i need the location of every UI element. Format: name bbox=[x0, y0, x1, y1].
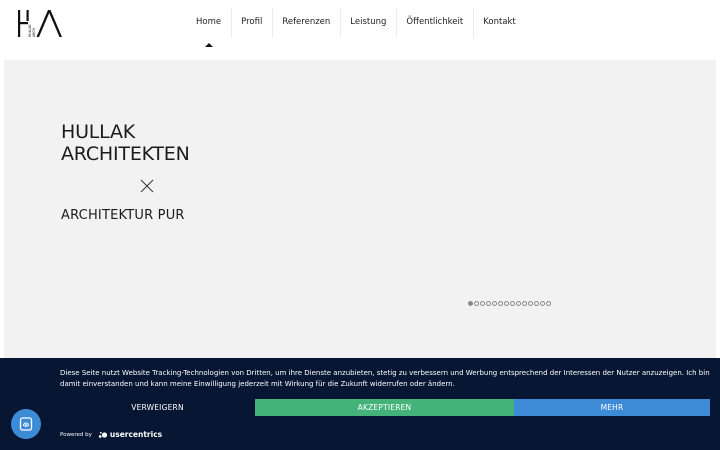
more-button[interactable]: MEHR bbox=[514, 399, 710, 416]
slider-dot[interactable] bbox=[522, 301, 527, 306]
powered-by-label: Powered by bbox=[60, 431, 92, 438]
active-indicator-icon bbox=[204, 43, 213, 47]
hero-title-line-2: ARCHITEKTEN bbox=[61, 143, 190, 165]
usercentrics-brand: usercentrics bbox=[109, 430, 163, 439]
usercentrics-icon bbox=[98, 431, 107, 438]
fingerprint-icon bbox=[19, 417, 33, 431]
cross-divider-icon bbox=[140, 179, 154, 193]
nav-item-leistung[interactable]: Leistung bbox=[340, 5, 396, 39]
cookie-banner: Diese Seite nutzt Website Tracking-Techn… bbox=[0, 358, 720, 450]
privacy-settings-button[interactable] bbox=[11, 409, 41, 439]
slider-dot[interactable] bbox=[534, 301, 539, 306]
nav-item-home[interactable]: Home bbox=[186, 5, 231, 47]
hero-title-line-1: HULLAK bbox=[61, 121, 136, 143]
nav-item-label: Kontakt bbox=[483, 17, 516, 27]
slider-dot[interactable] bbox=[510, 301, 515, 306]
nav-item-label: Profil bbox=[241, 17, 263, 27]
svg-text:ARCH: ARCH bbox=[32, 28, 36, 37]
slider-dot[interactable] bbox=[528, 301, 533, 306]
powered-by: Powered by usercentrics bbox=[60, 430, 162, 439]
nav-item-label: Leistung bbox=[350, 17, 387, 27]
hero-subtitle: ARCHITEKTUR PUR bbox=[61, 208, 185, 223]
nav-item-label: Home bbox=[196, 17, 222, 27]
accept-button[interactable]: AKZEPTIEREN bbox=[255, 399, 514, 416]
nav-item-profil[interactable]: Profil bbox=[231, 5, 272, 39]
site-header: HULLAK ARCH Home Profil Referenzen Leist… bbox=[0, 0, 720, 60]
slider-dot[interactable] bbox=[516, 301, 521, 306]
slider-dot[interactable] bbox=[498, 301, 503, 306]
hullak-logo-icon: HULLAK ARCH bbox=[18, 10, 62, 37]
nav-item-label: Öffentlichkeit bbox=[406, 17, 464, 27]
hero-title: HULLAK ARCHITEKTEN bbox=[61, 121, 190, 165]
logo[interactable]: HULLAK ARCH bbox=[17, 9, 65, 39]
cookie-text: Diese Seite nutzt Website Tracking-Techn… bbox=[60, 369, 710, 389]
hero-slider: HULLAK ARCHITEKTEN ARCHITEKTUR PUR bbox=[4, 60, 716, 360]
slider-dot[interactable] bbox=[546, 301, 551, 306]
slider-dot[interactable] bbox=[480, 301, 485, 306]
nav-item-oeffentlichkeit[interactable]: Öffentlichkeit bbox=[396, 5, 473, 39]
nav-item-kontakt[interactable]: Kontakt bbox=[473, 5, 526, 39]
slider-dot[interactable] bbox=[468, 301, 473, 306]
slider-dot[interactable] bbox=[474, 301, 479, 306]
main-nav: Home Profil Referenzen Leistung Öffentli… bbox=[186, 5, 526, 47]
slider-dot[interactable] bbox=[504, 301, 509, 306]
usercentrics-logo[interactable]: usercentrics bbox=[98, 430, 162, 439]
slider-dot[interactable] bbox=[486, 301, 491, 306]
deny-button[interactable]: VERWEIGERN bbox=[60, 399, 255, 416]
slider-dot[interactable] bbox=[492, 301, 497, 306]
page: HULLAK ARCH Home Profil Referenzen Leist… bbox=[0, 0, 720, 450]
nav-item-label: Referenzen bbox=[282, 17, 331, 27]
slider-pagination bbox=[468, 301, 551, 306]
nav-item-referenzen[interactable]: Referenzen bbox=[272, 5, 340, 39]
slider-dot[interactable] bbox=[540, 301, 545, 306]
